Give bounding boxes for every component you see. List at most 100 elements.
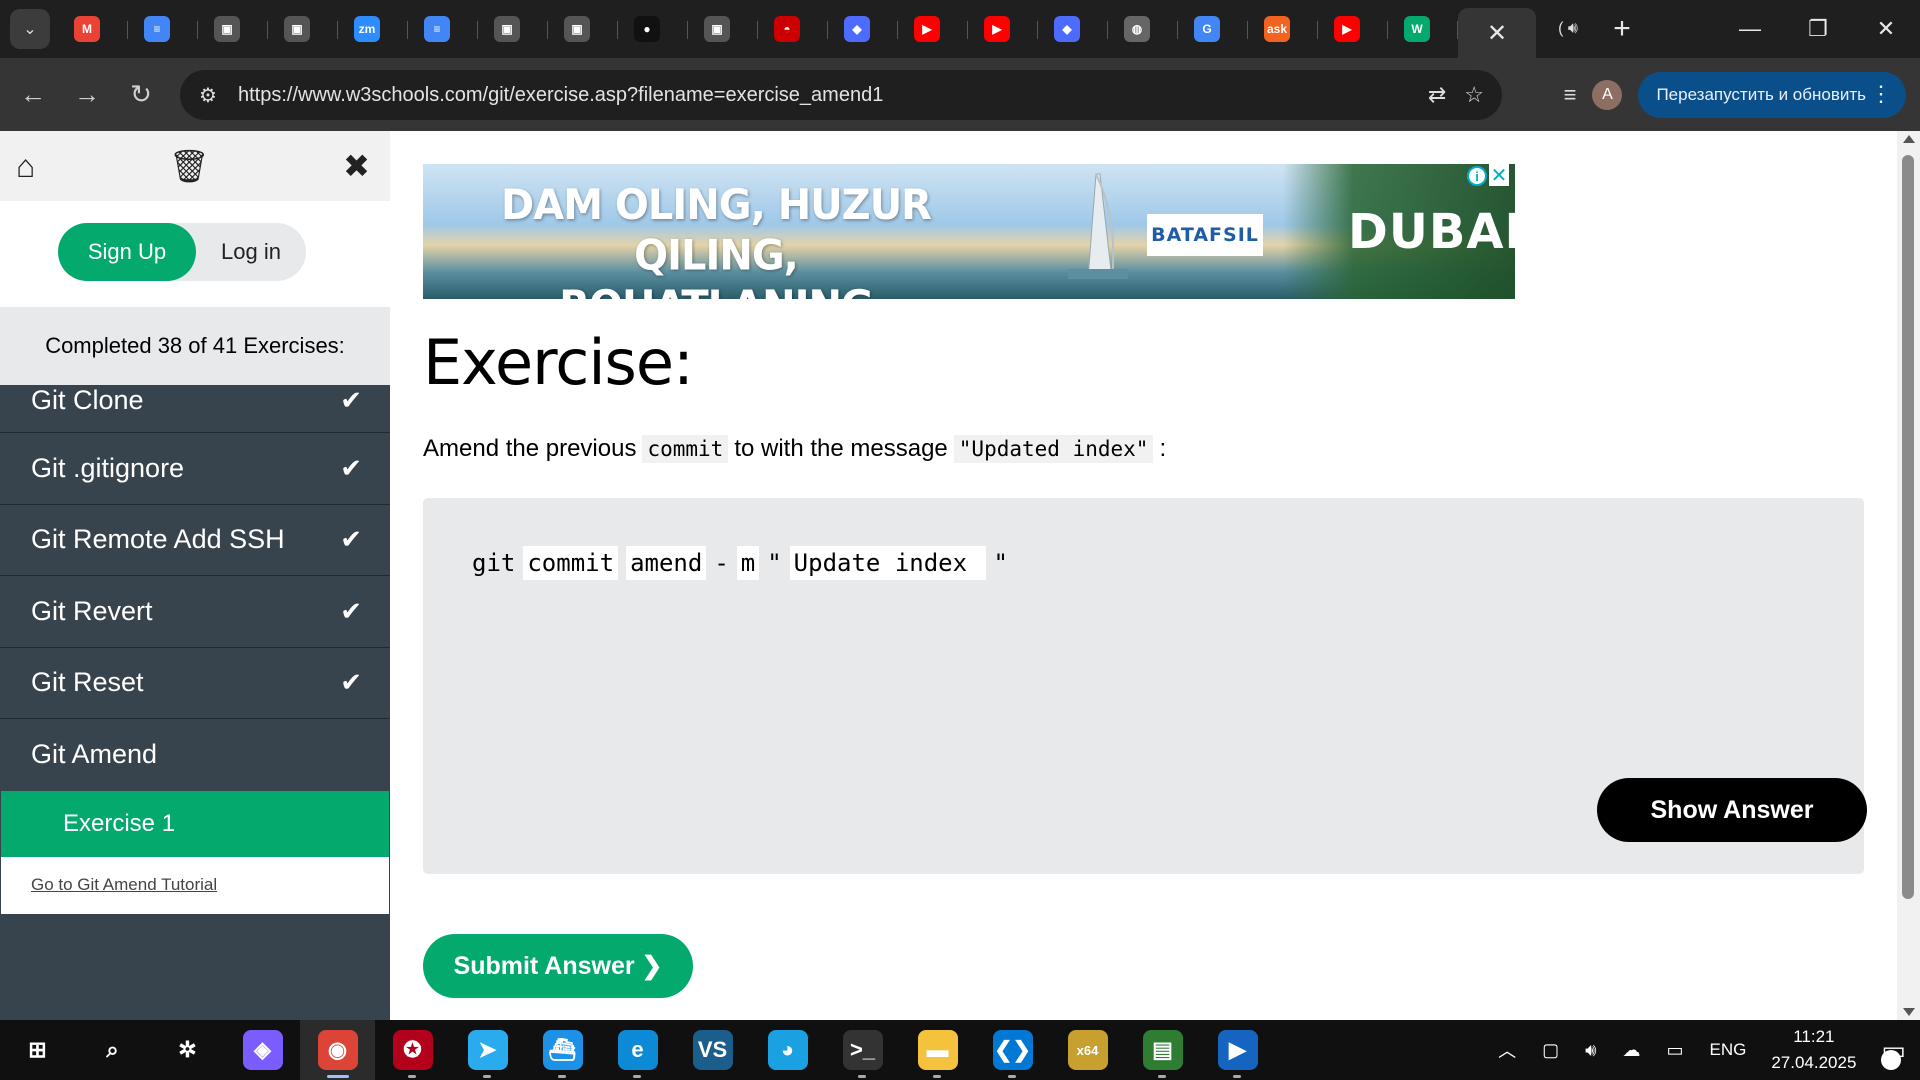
- ad-close-icon[interactable]: ✕: [1489, 164, 1509, 187]
- tab-github[interactable]: ●: [618, 9, 688, 49]
- tab-classroom-3[interactable]: ▣: [478, 9, 548, 49]
- restart-update-button[interactable]: Перезапустить и обновить ⋮: [1638, 71, 1906, 118]
- new-tab-button[interactable]: +: [1600, 12, 1644, 46]
- close-icon[interactable]: ✕: [1487, 19, 1507, 48]
- sidebar-item-lesson[interactable]: Git Clone ✔: [0, 385, 390, 433]
- answer-input-1[interactable]: commit: [523, 546, 619, 580]
- tab-zoom[interactable]: zm: [338, 9, 408, 49]
- taskbar-docker[interactable]: ⛴: [525, 1020, 600, 1080]
- tab-deepseek-2[interactable]: ◆: [1038, 9, 1108, 49]
- scroll-down-arrow-icon[interactable]: [1903, 1008, 1915, 1016]
- sidebar-item-exercise-1[interactable]: Exercise 1: [1, 790, 389, 857]
- trash-icon[interactable]: 🗑︎: [169, 147, 210, 185]
- taskbar-terminal[interactable]: >_: [825, 1020, 900, 1080]
- minimize-icon[interactable]: —: [1716, 0, 1784, 58]
- battery-icon[interactable]: ▭: [1666, 1040, 1683, 1061]
- code-dash: -: [714, 549, 729, 577]
- chevron-up-icon[interactable]: ︿: [1498, 1037, 1516, 1063]
- taskbar-cmd-tool[interactable]: ▤: [1125, 1020, 1200, 1080]
- exercise-sidebar: ⌂ 🗑︎ ✖ Sign Up Log in Completed 38 of 41…: [0, 131, 390, 1020]
- restore-icon[interactable]: ❐: [1784, 0, 1852, 58]
- scroll-up-arrow-icon[interactable]: [1903, 135, 1915, 143]
- sidebar-item-lesson[interactable]: Git .gitignore ✔: [0, 433, 390, 505]
- auth-section: Sign Up Log in: [0, 201, 390, 307]
- tab-gmail[interactable]: M: [58, 9, 128, 49]
- classroom-icon: ▣: [284, 16, 310, 42]
- back-button[interactable]: ←: [6, 68, 60, 122]
- taskbar-x64dbg[interactable]: x64: [1050, 1020, 1125, 1080]
- onedrive-icon[interactable]: ☁: [1622, 1040, 1640, 1061]
- show-answer-button[interactable]: Show Answer: [1597, 778, 1867, 842]
- bookmark-star-icon[interactable]: ☆: [1464, 82, 1484, 108]
- ad-info-icon[interactable]: i: [1467, 166, 1487, 186]
- reload-button[interactable]: ↻: [114, 68, 168, 122]
- taskbar-start[interactable]: ⊞: [0, 1020, 75, 1080]
- taskbar-penguin-app[interactable]: ◕: [750, 1020, 825, 1080]
- tab-audio-playing[interactable]: ( 🔊︎: [1536, 9, 1600, 49]
- tab-youtube-1[interactable]: ▶: [898, 9, 968, 49]
- notification-icon[interactable]: ▭3: [1881, 1035, 1906, 1070]
- clock[interactable]: 11:21 27.04.2025: [1771, 1024, 1856, 1076]
- answer-input-4[interactable]: Update index: [789, 546, 986, 580]
- tab-translate[interactable]: G: [1178, 9, 1248, 49]
- taskbar-visual-studio-installer[interactable]: VS: [675, 1020, 750, 1080]
- tab-classroom-5[interactable]: ▣: [688, 9, 758, 49]
- profile-avatar[interactable]: A: [1592, 79, 1623, 110]
- answer-input-3[interactable]: m: [736, 546, 760, 580]
- tutorial-link[interactable]: Go to Git Amend Tutorial: [1, 856, 389, 914]
- page-scrollbar[interactable]: [1897, 131, 1920, 1020]
- submit-answer-button[interactable]: Submit Answer ❯: [423, 934, 693, 998]
- tab-active[interactable]: ✕: [1458, 8, 1536, 58]
- tab-globe[interactable]: ◍: [1108, 9, 1178, 49]
- taskbar-chatgpt[interactable]: ✲: [150, 1020, 225, 1080]
- menu-dots-icon[interactable]: ⋮: [1870, 81, 1892, 107]
- tab-docs-2[interactable]: ≡: [408, 9, 478, 49]
- taskbar-edge[interactable]: e: [600, 1020, 675, 1080]
- tab-w3schools[interactable]: W: [1388, 9, 1458, 49]
- taskbar-copilot[interactable]: ◈: [225, 1020, 300, 1080]
- ad-cta-button[interactable]: BATAFSIL: [1147, 214, 1263, 256]
- site-info-button[interactable]: ⚙: [184, 71, 232, 119]
- sidebar-item-lesson[interactable]: Git Remote Add SSH ✔: [0, 505, 390, 576]
- translate-icon[interactable]: ⇄: [1428, 82, 1446, 108]
- taskbar-telegram[interactable]: ➤: [450, 1020, 525, 1080]
- tab-classroom-4[interactable]: ▣: [548, 9, 618, 49]
- tab-youtube-3[interactable]: ▶: [1318, 9, 1388, 49]
- tab-search-button[interactable]: ⌄: [10, 9, 50, 49]
- home-icon[interactable]: ⌂: [16, 148, 35, 185]
- ad-headline-line-1: DAM OLING, HUZUR QILING,: [501, 181, 932, 281]
- tab-youtube-2[interactable]: ▶: [968, 9, 1038, 49]
- sidebar-item-lesson[interactable]: Git Reset ✔: [0, 648, 390, 719]
- address-bar[interactable]: ⚙ https://www.w3schools.com/git/exercise…: [180, 70, 1502, 120]
- tab-docs-1[interactable]: ≡: [128, 9, 198, 49]
- taskbar-media-player[interactable]: ▶: [1200, 1020, 1275, 1080]
- taskbar-file-explorer[interactable]: ▬: [900, 1020, 975, 1080]
- log-in-button[interactable]: Log in: [196, 223, 306, 281]
- sign-up-button[interactable]: Sign Up: [58, 223, 196, 281]
- url-text[interactable]: https://www.w3schools.com/git/exercise.a…: [238, 84, 883, 107]
- taskbar-security-app[interactable]: ✪: [375, 1020, 450, 1080]
- notification-badge: 3: [1881, 1049, 1901, 1070]
- taskbar-chrome[interactable]: ◉: [300, 1020, 375, 1080]
- tab-classroom-1[interactable]: ▣: [198, 9, 268, 49]
- sidebar-item-lesson[interactable]: Git Amend: [0, 719, 390, 791]
- answer-input-2[interactable]: amend: [626, 546, 707, 580]
- scroll-thumb[interactable]: [1902, 155, 1914, 899]
- close-window-icon[interactable]: ✕: [1852, 0, 1920, 58]
- media-player-icon: ▶: [1217, 1030, 1258, 1070]
- sidebar-item-lesson[interactable]: Git Revert ✔: [0, 576, 390, 648]
- forward-button[interactable]: →: [60, 68, 114, 122]
- tab-redhat[interactable]: ◓: [758, 9, 828, 49]
- language-indicator[interactable]: ENG: [1709, 1040, 1746, 1060]
- docs-icon: ≡: [424, 16, 450, 42]
- volume-icon[interactable]: 🔊︎: [1585, 1040, 1596, 1061]
- taskbar-search[interactable]: ⌕: [75, 1020, 150, 1080]
- tab-classroom-2[interactable]: ▣: [268, 9, 338, 49]
- taskbar-vscode[interactable]: ❮❯: [975, 1020, 1050, 1080]
- tab-ask[interactable]: ask: [1248, 9, 1318, 49]
- media-control-icon[interactable]: ≡: [1564, 82, 1577, 108]
- ad-banner[interactable]: DAM OLING, HUZUR QILING, ROHATLANING BAT…: [423, 164, 1515, 299]
- close-icon[interactable]: ✖: [343, 147, 370, 185]
- display-icon[interactable]: ▢: [1542, 1040, 1559, 1061]
- tab-deepseek-1[interactable]: ◆: [828, 9, 898, 49]
